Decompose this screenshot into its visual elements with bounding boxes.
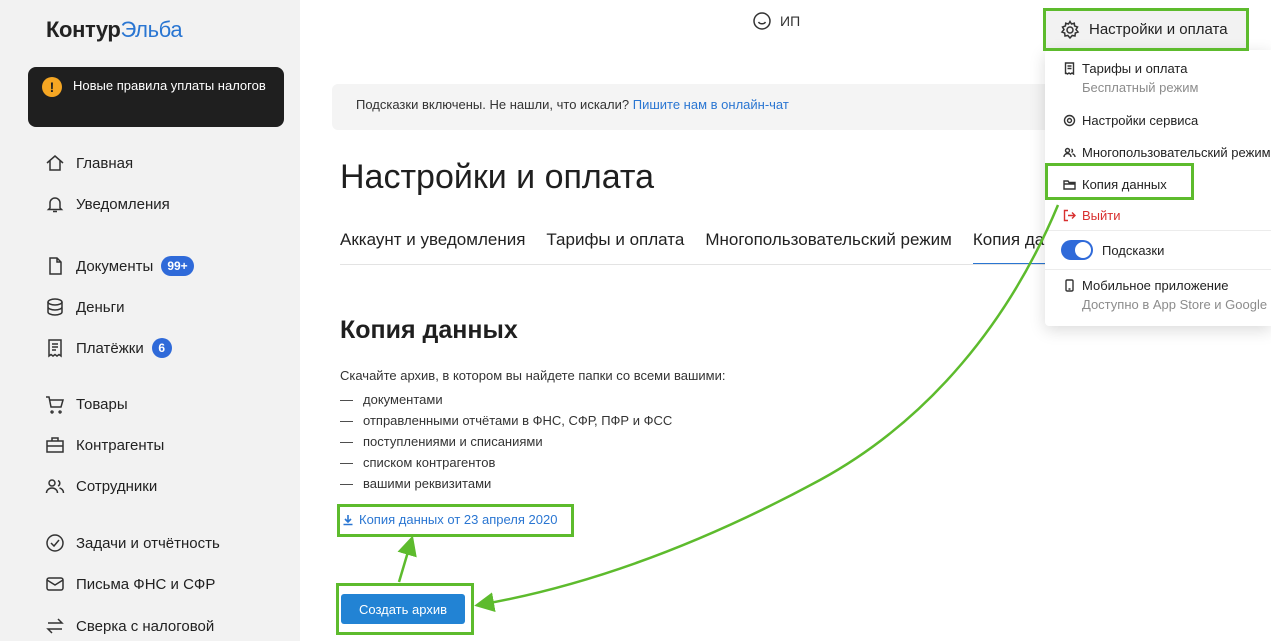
gear-icon — [1063, 114, 1076, 127]
sidebar-item-documents[interactable]: Документы 99+ — [44, 255, 194, 277]
menu-item-label: Тарифы и оплата — [1082, 61, 1188, 76]
settings-and-payment-button[interactable]: Настройки и оплата — [1044, 9, 1249, 50]
logout-icon — [1063, 209, 1076, 222]
sidebar: КонтурЭльба ! Новые правила уплаты налог… — [0, 0, 300, 641]
list-item: списком контрагентов — [340, 454, 672, 475]
briefcase-icon — [44, 434, 66, 456]
organization-name: ИП — [780, 13, 801, 29]
sidebar-item-home[interactable]: Главная — [44, 152, 133, 174]
sidebar-item-label: Главная — [76, 154, 134, 172]
smile-icon — [753, 12, 771, 30]
mobile-app-availability: Доступно в App Store и Google Play — [1082, 297, 1271, 312]
sidebar-item-label: Документы — [76, 257, 154, 275]
create-archive-button[interactable]: Создать архив — [341, 594, 465, 624]
tariff-mode-text: Бесплатный режим — [1082, 80, 1199, 95]
sidebar-item-goods[interactable]: Товары — [44, 393, 128, 415]
sidebar-item-letters[interactable]: Письма ФНС и СФР — [44, 573, 215, 595]
tax-rules-notice[interactable]: ! Новые правила уплаты налогов — [28, 67, 284, 127]
list-item: документами — [340, 391, 672, 412]
mail-icon — [44, 573, 66, 595]
hints-toggle-label: Подсказки — [1102, 243, 1165, 258]
sidebar-item-label: Сотрудники — [76, 477, 158, 495]
sidebar-item-label: Товары — [76, 395, 128, 413]
list-item: вашими реквизитами — [340, 475, 672, 496]
cart-icon — [44, 393, 66, 415]
list-item: поступлениями и списаниями — [340, 433, 672, 454]
receipt-icon — [44, 337, 66, 359]
users-icon — [44, 475, 66, 497]
section-description: Скачайте архив, в котором вы найдете пап… — [340, 368, 726, 383]
swap-arrows-icon — [44, 615, 66, 637]
bell-icon — [44, 193, 66, 215]
tab-data-copy[interactable]: Копия данных — [972, 230, 1052, 264]
check-circle-icon — [44, 532, 66, 554]
menu-divider — [1045, 269, 1271, 270]
document-icon — [44, 255, 66, 277]
logo-part-2: Эльба — [120, 17, 183, 42]
warning-icon: ! — [42, 77, 62, 97]
sidebar-item-reconciliation[interactable]: Сверка с налоговой — [44, 615, 214, 637]
settings-button-label: Настройки и оплата — [1089, 21, 1228, 38]
sidebar-item-payments[interactable]: Платёжки 6 — [44, 337, 172, 359]
download-archive-link[interactable]: Копия данных от 23 апреля 2020 — [342, 512, 557, 527]
documents-count-badge: 99+ — [161, 256, 194, 276]
menu-item-service-settings[interactable]: Настройки сервиса — [1063, 113, 1198, 128]
sidebar-item-label: Задачи и отчётность — [76, 534, 220, 552]
menu-item-multiuser[interactable]: Многопользовательский режим — [1063, 145, 1271, 160]
menu-item-label: Выйти — [1082, 208, 1121, 223]
menu-item-label: Настройки сервиса — [1082, 113, 1199, 128]
tab-tariffs[interactable]: Тарифы и оплата — [546, 230, 684, 264]
menu-item-tariffs[interactable]: Тарифы и оплата Бесплатный режим — [1063, 61, 1198, 95]
menu-item-mobile-app[interactable]: Мобильное приложение Доступно в App Store… — [1063, 278, 1271, 312]
logo[interactable]: КонтурЭльба — [46, 17, 183, 43]
phone-icon — [1063, 279, 1076, 292]
online-chat-link[interactable]: Пишите нам в онлайн-чат — [633, 97, 789, 112]
coins-icon — [44, 296, 66, 318]
payments-count-badge: 6 — [151, 338, 172, 358]
sidebar-item-label: Письма ФНС и СФР — [76, 575, 216, 593]
arrow-create-button-to-link — [397, 535, 417, 583]
organization-switcher[interactable]: ИП — [752, 11, 800, 31]
sidebar-item-employees[interactable]: Сотрудники — [44, 475, 157, 497]
menu-divider — [1045, 230, 1271, 231]
hints-banner-text: Подсказки включены. Не нашли, что искали… — [356, 97, 630, 112]
section-title: Копия данных — [340, 316, 518, 344]
settings-dropdown-menu: Тарифы и оплата Бесплатный режим Настройк… — [1045, 50, 1271, 326]
list-item: отправленными отчётами в ФНС, СФР, ПФР и… — [340, 412, 672, 433]
users-icon — [1063, 146, 1076, 159]
hints-banner: Подсказки включены. Не нашли, что искали… — [332, 84, 1052, 130]
logo-part-1: Контур — [46, 17, 121, 42]
hints-toggle[interactable] — [1061, 240, 1093, 260]
home-icon — [44, 152, 66, 174]
notice-text: Новые правила уплаты налогов — [73, 78, 266, 93]
download-archive-label: Копия данных от 23 апреля 2020 — [359, 512, 558, 527]
sidebar-item-money[interactable]: Деньги — [44, 296, 124, 318]
download-icon — [343, 514, 353, 525]
sidebar-item-notifications[interactable]: Уведомления — [44, 193, 170, 215]
sidebar-item-label: Платёжки — [76, 339, 144, 357]
sidebar-item-label: Деньги — [76, 298, 125, 316]
archive-contents-list: документами отправленными отчётами в ФНС… — [340, 391, 672, 496]
settings-tabs: Аккаунт и уведомления Тарифы и оплата Мн… — [340, 230, 1052, 265]
gear-icon — [1060, 19, 1080, 39]
sidebar-item-contractors[interactable]: Контрагенты — [44, 434, 164, 456]
sidebar-item-tasks[interactable]: Задачи и отчётность — [44, 532, 220, 554]
tab-multiuser[interactable]: Многопользовательский режим — [705, 230, 952, 264]
folder-icon — [1063, 178, 1076, 191]
sidebar-item-label: Контрагенты — [76, 436, 165, 454]
menu-item-label: Мобильное приложение — [1082, 278, 1229, 293]
menu-item-label: Копия данных — [1082, 177, 1167, 192]
menu-item-label: Многопользовательский режим — [1082, 145, 1271, 160]
app-page: КонтурЭльба ! Новые правила уплаты налог… — [0, 0, 1271, 641]
tab-account[interactable]: Аккаунт и уведомления — [340, 230, 525, 264]
sidebar-item-label: Уведомления — [76, 195, 170, 213]
page-title: Настройки и оплата — [340, 158, 655, 196]
menu-item-exit[interactable]: Выйти — [1063, 208, 1121, 223]
sidebar-item-label: Сверка с налоговой — [76, 617, 215, 635]
menu-item-data-copy[interactable]: Копия данных — [1063, 177, 1167, 192]
receipt-icon — [1063, 62, 1076, 76]
